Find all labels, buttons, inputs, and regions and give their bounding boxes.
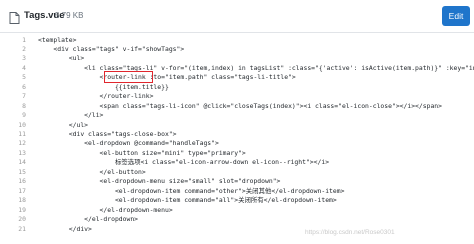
file-viewer: Tags.vue 5.79 KB Edit 1 <template> 2 <div … [0, 0, 474, 244]
file-icon [9, 11, 20, 24]
code-view: 1 <template> 2 <div class="tags" v-if="sho… [0, 33, 474, 244]
line-code: </div> [38, 224, 92, 233]
watermark: https://blog.csdn.net/Rose0301 [305, 229, 395, 236]
file-header: Tags.vue 5.79 KB Edit [0, 0, 474, 33]
highlight-box [104, 71, 153, 83]
file-size: 5.79 KB [55, 11, 84, 20]
code-line: 21 </div> [0, 224, 474, 234]
line-number[interactable]: 21 [0, 224, 26, 234]
edit-button[interactable]: Edit [442, 6, 470, 26]
